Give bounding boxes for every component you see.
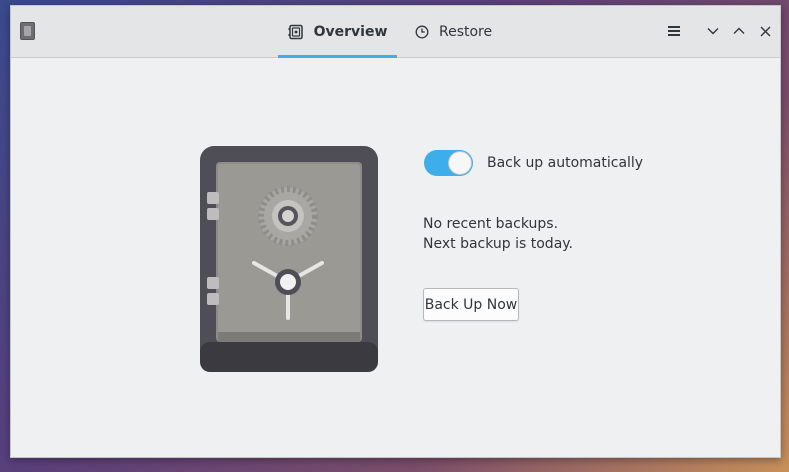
safe-app-icon <box>20 22 35 40</box>
app-window: Overview Restore Back up automatically N… <box>10 5 781 458</box>
menu-icon <box>668 26 680 36</box>
safe-illustration <box>200 146 378 372</box>
header-bar: Overview Restore <box>11 6 780 58</box>
maximize-button[interactable] <box>730 22 748 40</box>
menu-button[interactable] <box>665 22 683 40</box>
auto-backup-label: Back up automatically <box>487 155 644 171</box>
auto-backup-toggle[interactable] <box>424 150 473 176</box>
tab-overview-label: Overview <box>313 24 388 40</box>
overview-page: Back up automatically No recent backups.… <box>11 58 780 459</box>
status-line-next: Next backup is today. <box>423 236 574 252</box>
minimize-button[interactable] <box>704 22 722 40</box>
safe-icon <box>288 24 303 40</box>
toggle-knob <box>448 151 472 175</box>
tab-overview[interactable]: Overview <box>278 6 397 58</box>
clock-icon <box>415 25 429 39</box>
close-button[interactable] <box>756 22 774 40</box>
tab-restore-label: Restore <box>439 24 493 40</box>
maximize-icon <box>733 27 745 34</box>
backup-status: No recent backups. Next backup is today. <box>423 214 573 254</box>
close-icon <box>760 26 770 36</box>
status-line-recent: No recent backups. <box>423 216 559 232</box>
back-up-now-button[interactable]: Back Up Now <box>423 288 519 321</box>
minimize-icon <box>707 28 719 35</box>
tab-restore[interactable]: Restore <box>415 6 498 58</box>
